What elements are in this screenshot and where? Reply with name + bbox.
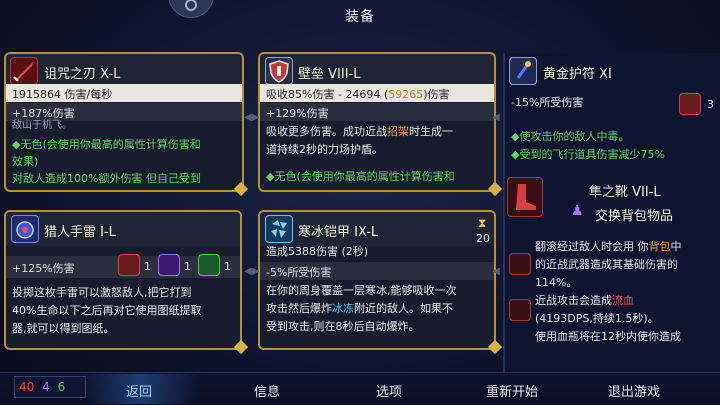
boots-desc-line: 114%。 — [535, 276, 578, 289]
item-dps: 1915864 伤害/每秒 — [6, 84, 242, 102]
menu-quit[interactable]: 退出游戏 — [608, 381, 660, 400]
menu-options[interactable]: 选项 — [376, 381, 402, 400]
boots-desc-line: 近战攻击会造成流血 — [535, 294, 634, 307]
ice-crystal-icon — [265, 215, 293, 243]
item-card-rampart[interactable]: 壁垒 VIII-L 吸收85%伤害 - 24694 (59265)伤害 +129… — [258, 52, 496, 192]
item-card-frost-armor[interactable]: 寒冰铠甲 IX-L ⧗ 20 造成5388伤害 (2秒) -5%所受伤害 在你的… — [258, 210, 496, 350]
shield-icon — [265, 57, 293, 85]
item-desc-line: ◆无色(会使用你最高的属性计算伤害和 — [266, 170, 455, 183]
item-name: 壁垒 VIII-L — [298, 67, 361, 82]
scroll-green-icon — [198, 254, 220, 276]
item-name: 猎人手雷 I-L — [44, 225, 116, 240]
item-damage: 造成5388伤害 (2秒) — [266, 245, 369, 258]
boots-slot[interactable] — [507, 177, 543, 217]
menu-back[interactable]: 返回 — [126, 381, 152, 400]
item-desc-line: 受到攻击,则在8秒后自动爆炸。 — [266, 320, 420, 333]
scroll-red-icon — [118, 254, 140, 276]
swap-icon: ♟ — [571, 203, 584, 219]
boots-name: 隼之靴 VII-L — [589, 185, 661, 200]
brutality-value: 40 — [19, 380, 35, 394]
boots-desc-line: 使用血瓶将在12秒内使你造成 — [535, 330, 681, 343]
sword-icon — [10, 57, 38, 85]
item-desc-line: 攻击然后爆炸冰冻附近的敌人。如果不 — [266, 302, 453, 315]
card-header — [6, 212, 240, 246]
boots-desc-line: (4193DPS,持续1.5秒)。 — [535, 312, 659, 325]
item-desc-line: 投掷这枚手雷可以激怒敌人,把它打到 — [12, 286, 192, 299]
item-desc-line: 器,就可以得到图纸。 — [12, 322, 115, 335]
item-desc-line: 40%生命以下之后再对它使用图纸提取 — [12, 304, 202, 317]
scroll-purple-count: 1 — [184, 260, 191, 273]
card-header — [6, 54, 242, 88]
item-desc-line: 吸收更多伤害。成功近战招架时生成一 — [266, 125, 453, 138]
boots-desc-line: 翻滚经过敌人时会用 你背包中 — [535, 240, 682, 253]
survival-value: 6 — [57, 380, 66, 394]
swap-arrow-icon: ◀▶ — [244, 112, 260, 123]
item-desc-line: 道持续2秒的力场护盾。 — [266, 143, 383, 156]
swap-label[interactable]: 交换背包物品 — [595, 205, 673, 224]
item-card-hunter-grenade[interactable]: 猎人手雷 I-L +125%伤害 1 1 1 投掷这枚手雷可以激怒敌人,把它打到… — [4, 210, 242, 350]
item-absorb: 吸收85%伤害 - 24694 (59265)伤害 — [260, 84, 494, 102]
bleed-effect-icon — [509, 299, 531, 321]
detail-panel: 黄金护符 XI -15%所受伤害 3 ◆使攻击你的敌人中毒。 ◆受到的飞行道具伤… — [503, 53, 720, 372]
scroll-red-icon — [679, 93, 701, 115]
amulet-effect-line: ◆受到的飞行道具伤害减少75% — [511, 148, 665, 161]
amulet-scroll-count: 3 — [707, 98, 714, 111]
item-name: 诅咒之刃 X-L — [44, 67, 121, 82]
menu-info[interactable]: 信息 — [254, 381, 280, 400]
item-desc-partial: 敌山于机飞。 — [12, 120, 72, 131]
tactics-value: 4 — [42, 380, 50, 394]
item-damage-bonus: +129%伤害 — [260, 103, 494, 121]
swap-arrow-icon: ◀▶ — [244, 266, 260, 277]
item-damage-reduction: -5%所受伤害 — [260, 262, 494, 280]
scroll-purple-icon — [158, 254, 180, 276]
scroll-green-count: 1 — [224, 260, 231, 273]
menu-restart[interactable]: 重新开始 — [486, 381, 538, 400]
grenade-icon — [11, 215, 39, 243]
item-desc-line: ◆无色(会使用你最高的属性计算伤害和 — [12, 138, 201, 151]
scroll-red-count: 1 — [144, 260, 151, 273]
item-desc-line: 在你的周身覆盖一层寒冰,能够吸收一次 — [266, 284, 457, 297]
page-title: 装备 — [345, 9, 375, 25]
item-desc-line: 效果) — [12, 155, 39, 168]
item-card-curse-blade[interactable]: 诅咒之刃 X-L 1915864 伤害/每秒 +187%伤害 敌山于机飞。 ◆无… — [4, 52, 244, 192]
hourglass-icon: ⧗ — [478, 216, 487, 230]
item-name: 寒冰铠甲 IX-L — [298, 225, 379, 240]
card-header — [260, 54, 494, 88]
stats-display: 40 4 6 — [14, 376, 86, 398]
item-desc-line: 对敌人造成100%额外伤害 但自己受到 — [12, 172, 201, 185]
amulet-effect-line: ◆使攻击你的敌人中毒。 — [511, 130, 630, 143]
roll-effect-icon — [509, 253, 531, 275]
item-damage-bonus: +187%伤害 — [6, 103, 242, 121]
boots-desc-line: 的近战武器造成其基础伤害的 — [535, 258, 678, 271]
amulet-icon — [509, 57, 537, 85]
amulet-name: 黄金护符 XI — [543, 67, 612, 82]
